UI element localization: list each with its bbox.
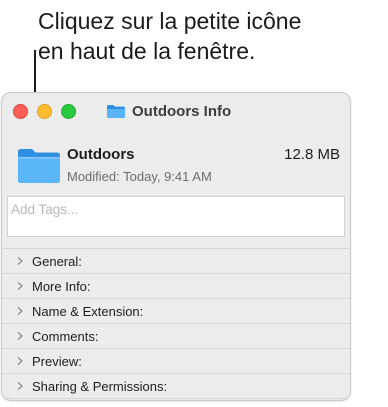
chevron-right-icon [17,282,23,290]
modified-date: Modified: Today, 9:41 AM [67,169,212,184]
chevron-right-icon [17,257,23,265]
section-more-info[interactable]: More Info: [2,274,350,299]
folder-icon [18,149,60,183]
window-title-group: Outdoors Info [106,101,231,121]
tags-field[interactable]: Add Tags... [7,196,345,237]
section-general[interactable]: General: [2,249,350,274]
minimize-button[interactable] [37,104,52,119]
window-title: Outdoors Info [132,102,232,120]
section-sharing-permissions[interactable]: Sharing & Permissions: [2,374,350,399]
section-label: General: [32,253,82,269]
info-window: Outdoors Info Outdoors 12.8 MB Modified:… [1,92,351,401]
instruction-callout: Cliquez sur la petite icône en haut de l… [38,6,384,66]
close-button[interactable] [13,104,28,119]
chevron-right-icon [17,307,23,315]
chevron-right-icon [17,382,23,390]
section-label: Name & Extension: [32,303,144,319]
section-label: More Info: [32,278,91,294]
chevron-right-icon [17,357,23,365]
section-label: Sharing & Permissions: [32,378,168,394]
info-sections: General: More Info: Name & Extension: Co… [2,248,350,399]
section-preview[interactable]: Preview: [2,349,350,374]
section-name-extension[interactable]: Name & Extension: [2,299,350,324]
file-size: 12.8 MB [284,146,340,163]
zoom-button[interactable] [61,104,76,119]
chevron-right-icon [17,332,23,340]
file-name: Outdoors [67,146,135,163]
section-comments[interactable]: Comments: [2,324,350,349]
title-bar: Outdoors Info [2,93,350,127]
callout-line-2: en haut de la fenêtre. [38,38,256,64]
callout-line-1: Cliquez sur la petite icône [38,8,302,34]
section-label: Preview: [32,353,82,369]
folder-icon[interactable] [106,103,126,119]
section-label: Comments: [32,328,99,344]
